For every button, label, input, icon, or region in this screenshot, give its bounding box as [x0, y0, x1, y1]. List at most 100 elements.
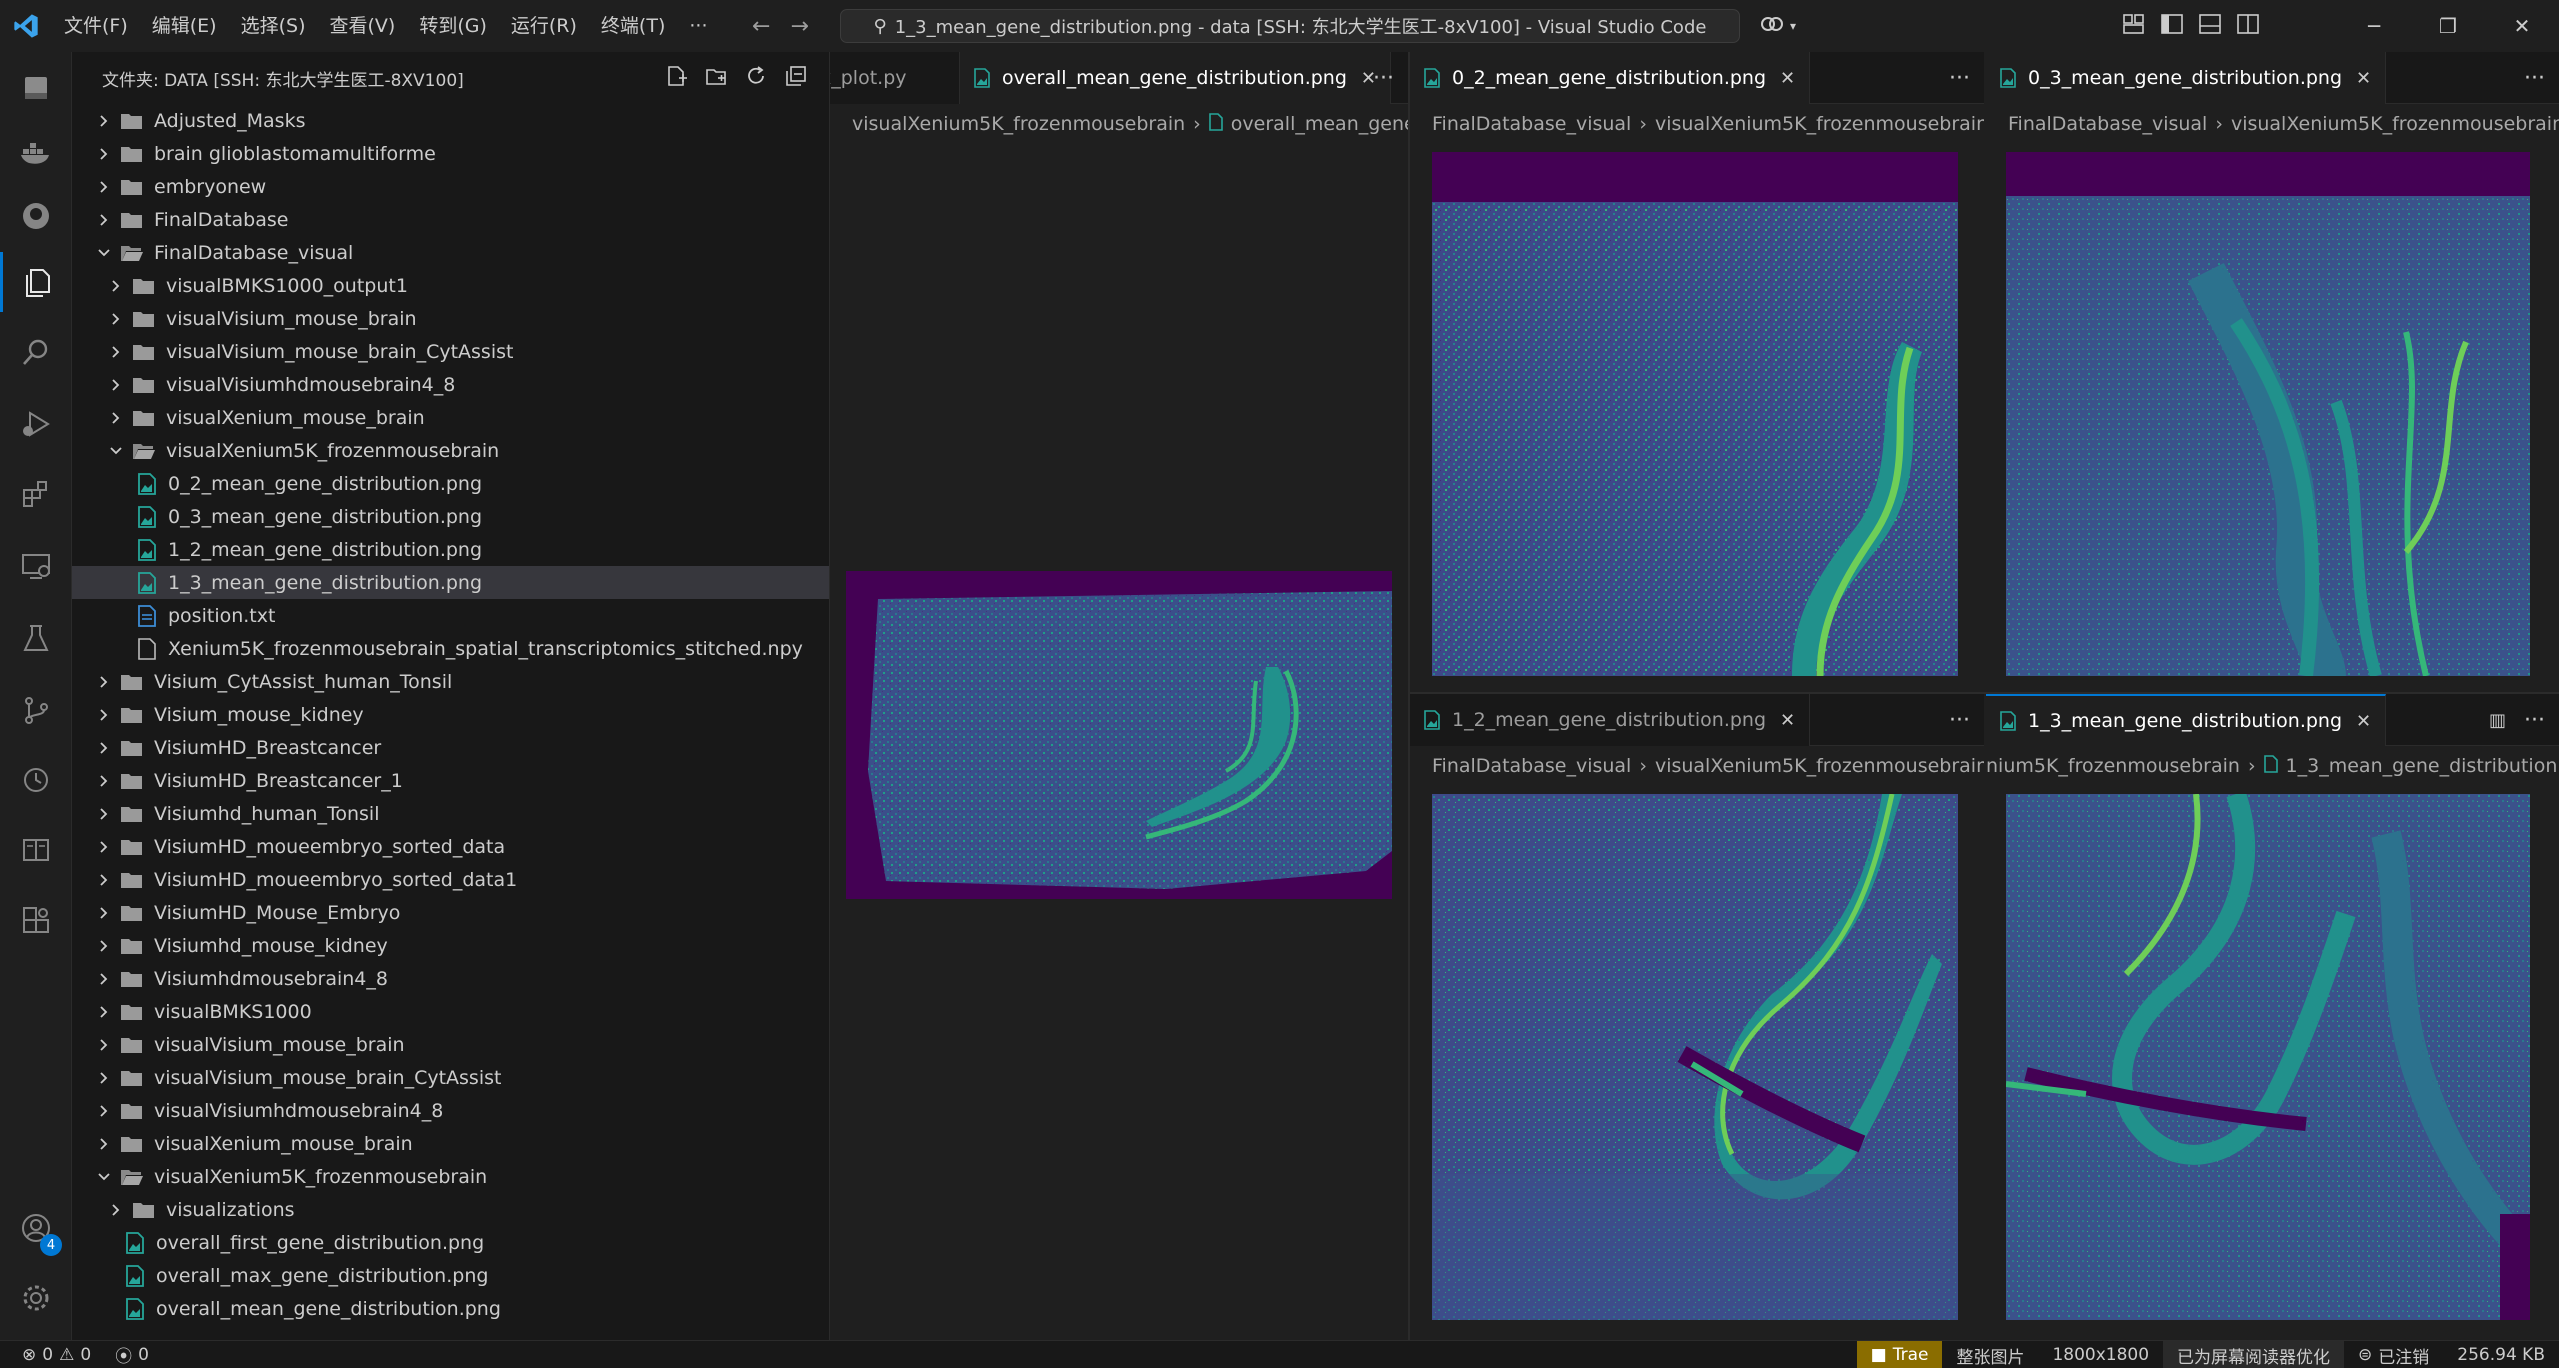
chevron-right-icon[interactable]: [94, 114, 114, 128]
explorer-top-icon[interactable]: [0, 58, 72, 118]
more-actions-icon[interactable]: ···: [1949, 66, 1970, 91]
tree-folder[interactable]: visualBMKS1000: [72, 995, 829, 1028]
github-icon[interactable]: [0, 186, 72, 246]
chevron-right-icon[interactable]: [106, 345, 126, 359]
back-arrow-icon[interactable]: ←: [752, 14, 770, 39]
tree-folder[interactable]: visualXenium5K_frozenmousebrain: [72, 434, 829, 467]
tree-folder[interactable]: visualBMKS1000_output1: [72, 269, 829, 302]
tree-folder[interactable]: Adjusted_Masks: [72, 104, 829, 137]
breadcrumb-item[interactable]: nium5K_frozenmousebrain: [1986, 755, 2240, 777]
files-icon[interactable]: [0, 252, 72, 312]
menu-more[interactable]: ···: [677, 0, 719, 52]
chevron-right-icon[interactable]: [94, 840, 114, 854]
run-debug-icon[interactable]: [0, 394, 72, 454]
refresh-icon[interactable]: [745, 65, 767, 92]
command-center[interactable]: ⚲ 1_3_mean_gene_distribution.png - data …: [840, 9, 1740, 43]
chevron-right-icon[interactable]: [94, 675, 114, 689]
chevron-right-icon[interactable]: [94, 774, 114, 788]
tree-file[interactable]: overall_max_gene_distribution.png: [72, 1259, 829, 1292]
toggle-primary-sidebar-icon[interactable]: [2161, 13, 2183, 39]
breadcrumb-item[interactable]: visualXenium5K_frozenmousebrain: [852, 113, 1185, 135]
tree-file[interactable]: 0_2_mean_gene_distribution.png: [72, 467, 829, 500]
breadcrumb-item[interactable]: visualXenium5K_frozenmousebrain: [2231, 113, 2559, 135]
problems-indicator[interactable]: ⊗ 0 ⚠ 0: [22, 1341, 91, 1368]
tree-folder[interactable]: visualVisiumhdmousebrain4_8: [72, 368, 829, 401]
tree-folder[interactable]: visualVisium_mouse_brain_CytAssist: [72, 335, 829, 368]
screen-reader-status[interactable]: 已为屏幕阅读器优化: [2163, 1341, 2345, 1368]
chevron-down-icon[interactable]: [94, 246, 114, 260]
accounts-icon[interactable]: 4: [0, 1198, 72, 1258]
chevron-right-icon[interactable]: [94, 1137, 114, 1151]
tree-folder[interactable]: Visium_mouse_kidney: [72, 698, 829, 731]
tree-folder[interactable]: visualVisiumhdmousebrain4_8: [72, 1094, 829, 1127]
tree-folder[interactable]: VisiumHD_Breastcancer_1: [72, 764, 829, 797]
tab-0-2-mean[interactable]: 0_2_mean_gene_distribution.png ✕: [1410, 52, 1811, 104]
docker-icon[interactable]: [0, 122, 72, 182]
tree-folder[interactable]: visualizations: [72, 1193, 829, 1226]
breadcrumb-item[interactable]: FinalDatabase_visual: [1432, 755, 1631, 777]
chevron-right-icon[interactable]: [94, 180, 114, 194]
chevron-right-icon[interactable]: [106, 279, 126, 293]
breadcrumb-item[interactable]: visualXenium5K_frozenmousebrain: [1655, 755, 1984, 777]
toggle-panel-icon[interactable]: [2199, 13, 2221, 39]
menu-view[interactable]: 查看(V): [318, 0, 408, 52]
tree-folder[interactable]: visualXenium5K_frozenmousebrain: [72, 1160, 829, 1193]
close-icon[interactable]: ✕: [1780, 710, 1795, 731]
tree-folder[interactable]: VisiumHD_moueembryo_sorted_data: [72, 830, 829, 863]
menu-edit[interactable]: 编辑(E): [140, 0, 229, 52]
close-icon[interactable]: ✕: [1780, 68, 1795, 89]
breadcrumb-item[interactable]: FinalDatabase_visual: [1432, 113, 1631, 135]
tree-folder[interactable]: Visium_CytAssist_human_Tonsil: [72, 665, 829, 698]
tree-folder[interactable]: visualXenium_mouse_brain: [72, 1127, 829, 1160]
breadcrumb-item[interactable]: overall_mean_gene_dis: [1231, 113, 1408, 135]
breadcrumb-item[interactable]: 1_3_mean_gene_distribution.png: [2286, 755, 2559, 777]
chevron-right-icon[interactable]: [94, 708, 114, 722]
more-actions-icon[interactable]: ···: [1373, 66, 1394, 91]
chevron-right-icon[interactable]: [94, 807, 114, 821]
tree-folder[interactable]: Visiumhd_mouse_kidney: [72, 929, 829, 962]
chevron-down-icon[interactable]: [94, 1170, 114, 1184]
source-control-icon[interactable]: [0, 680, 72, 740]
tree-folder[interactable]: visualVisium_mouse_brain_CytAssist: [72, 1061, 829, 1094]
tab-1-3-mean[interactable]: 1_3_mean_gene_distribution.png ✕: [1986, 694, 2387, 746]
more-actions-icon[interactable]: ···: [2524, 708, 2545, 733]
chevron-right-icon[interactable]: [94, 906, 114, 920]
copilot-button[interactable]: ▾: [1760, 0, 1796, 52]
tree-folder[interactable]: visualVisium_mouse_brain: [72, 1028, 829, 1061]
tree-folder[interactable]: Visiumhd_human_Tonsil: [72, 797, 829, 830]
chevron-right-icon[interactable]: [94, 213, 114, 227]
chevron-right-icon[interactable]: [94, 147, 114, 161]
chevron-right-icon[interactable]: [106, 312, 126, 326]
tree-file[interactable]: 0_3_mean_gene_distribution.png: [72, 500, 829, 533]
tab-1-2-mean[interactable]: 1_2_mean_gene_distribution.png ✕: [1410, 694, 1811, 746]
testing-icon[interactable]: [0, 608, 72, 668]
chevron-down-icon[interactable]: [106, 444, 126, 458]
accounts-status[interactable]: ⊜ 已注销: [2344, 1341, 2443, 1368]
new-folder-icon[interactable]: [705, 65, 727, 92]
gear-icon[interactable]: [0, 1268, 72, 1328]
tree-file[interactable]: 1_2_mean_gene_distribution.png: [72, 533, 829, 566]
tree-file[interactable]: overall_first_gene_distribution.png: [72, 1226, 829, 1259]
tree-file[interactable]: Xenium5K_frozenmousebrain_spatial_transc…: [72, 632, 829, 665]
chevron-right-icon[interactable]: [94, 1071, 114, 1085]
ports-indicator[interactable]: ⦿ 0: [101, 1341, 163, 1368]
split-editor-icon[interactable]: ▥: [2489, 710, 2506, 731]
menu-go[interactable]: 转到(G): [407, 0, 499, 52]
tree-folder[interactable]: VisiumHD_Breastcancer: [72, 731, 829, 764]
tree-file[interactable]: position.txt: [72, 599, 829, 632]
trae-status[interactable]: ■ Trae: [1856, 1341, 1943, 1368]
close-icon[interactable]: ✕: [2356, 68, 2371, 89]
more-actions-icon[interactable]: ···: [2524, 66, 2545, 91]
tab-0-3-mean[interactable]: 0_3_mean_gene_distribution.png ✕: [1986, 52, 2387, 104]
tab-overall-mean[interactable]: overall_mean_gene_distribution.png ✕: [960, 52, 1392, 104]
tree-folder[interactable]: visualXenium_mouse_brain: [72, 401, 829, 434]
chevron-right-icon[interactable]: [94, 873, 114, 887]
tree-folder[interactable]: Visiumhdmousebrain4_8: [72, 962, 829, 995]
close-window-icon[interactable]: ✕: [2485, 0, 2559, 52]
tree-folder[interactable]: FinalDatabase_visual: [72, 236, 829, 269]
tab-plot-py[interactable]: x_plot.py: [830, 52, 960, 104]
breadcrumb-item[interactable]: visualXenium5K_frozenmousebrain: [1655, 113, 1984, 135]
chevron-right-icon[interactable]: [94, 1005, 114, 1019]
more-actions-icon[interactable]: ···: [1949, 708, 1970, 733]
tree-folder[interactable]: brain glioblastomamultiforme: [72, 137, 829, 170]
